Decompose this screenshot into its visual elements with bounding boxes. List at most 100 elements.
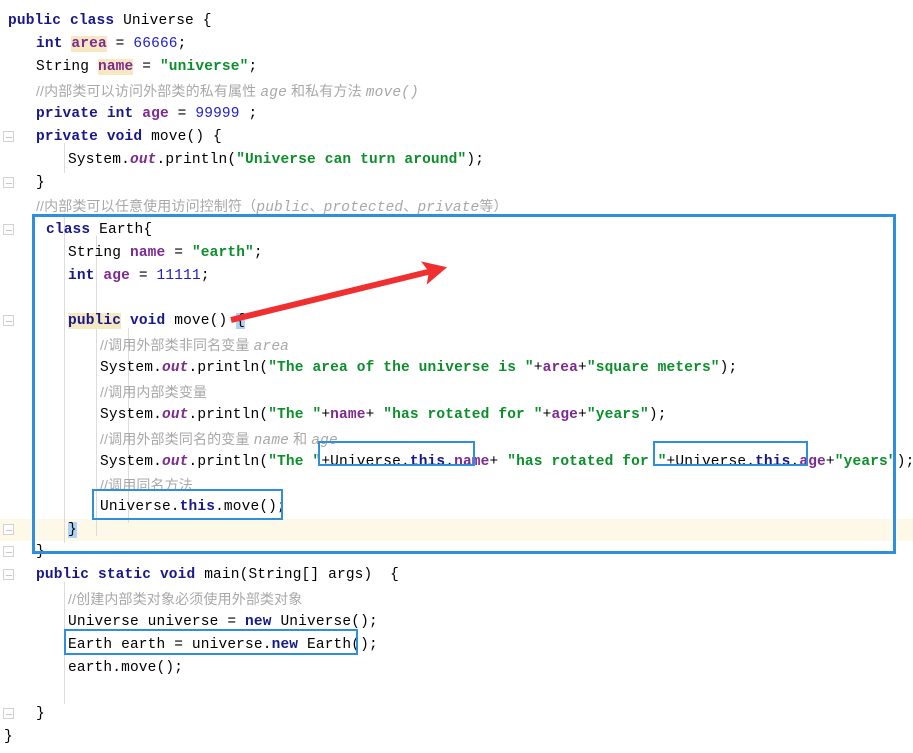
code-line[interactable]: String name = "universe"; — [0, 56, 257, 78]
code-token: . — [790, 454, 800, 470]
code-token: int — [68, 268, 95, 284]
code-line[interactable]: public static void main(String[] args) { — [0, 564, 399, 586]
code-token: + — [578, 407, 587, 423]
code-token: ; — [248, 59, 258, 75]
code-token: 11111 — [156, 268, 201, 284]
code-token: "has rotated for " — [507, 454, 667, 470]
code-token: System. — [100, 454, 162, 470]
code-line[interactable]: earth.move(); — [0, 657, 183, 679]
code-token: .println( — [188, 407, 269, 423]
code-token: new — [245, 614, 272, 630]
code-line[interactable]: Universe.this.move(); — [0, 496, 286, 518]
code-line[interactable]: //调用外部类非同名变量 area — [0, 334, 289, 356]
code-token: } — [36, 544, 45, 560]
code-token: 等） — [479, 198, 508, 214]
code-token: Earth{ — [90, 222, 153, 238]
code-line[interactable]: Earth earth = universe.new Earth(); — [0, 634, 378, 656]
code-token: move() { — [142, 129, 222, 145]
code-line[interactable]: } — [0, 703, 45, 725]
code-line[interactable]: class Earth{ — [0, 219, 152, 241]
code-token: ); — [719, 360, 738, 376]
code-token: String — [68, 245, 130, 261]
code-token: out — [129, 152, 157, 168]
code-token: //调用外部类非同名变量 — [100, 337, 254, 353]
code-token: void — [106, 129, 143, 145]
code-token: System. — [100, 360, 162, 376]
code-token: "Universe can turn around" — [236, 152, 467, 168]
code-token: this — [409, 454, 446, 470]
code-token: .println( — [188, 454, 269, 470]
code-line[interactable]: int area = 66666; — [0, 33, 187, 55]
code-line[interactable]: } — [0, 541, 45, 563]
code-token: earth.move(); — [68, 660, 184, 676]
code-token: ; — [253, 245, 263, 261]
code-token: 99999 — [195, 106, 240, 122]
code-token: private — [417, 200, 480, 216]
code-token: Universe { — [114, 13, 212, 29]
code-token: "The " — [268, 407, 322, 423]
code-line[interactable]: //创建内部类对象必须使用外部类对象 — [0, 588, 302, 610]
code-line[interactable] — [0, 288, 68, 310]
code-token: 、 — [403, 198, 418, 214]
code-token: . — [445, 454, 455, 470]
code-token: age — [103, 268, 130, 284]
code-token: public — [8, 13, 62, 29]
code-line[interactable]: //内部类可以任意使用访问控制符（public、protected、privat… — [0, 195, 508, 217]
code-token: { — [236, 313, 246, 329]
code-token: + — [825, 454, 835, 470]
code-token: "square meters" — [586, 360, 720, 376]
code-line[interactable]: int age = 11111; — [0, 265, 210, 287]
code-line[interactable]: Universe universe = new Universe(); — [0, 611, 378, 633]
code-line[interactable]: //内部类可以访问外部类的私有属性 age 和私有方法 move() — [0, 80, 419, 102]
code-token: age — [799, 454, 826, 470]
code-line[interactable]: } — [0, 172, 45, 194]
code-line[interactable]: //调用外部类同名的变量 name 和 age — [0, 428, 338, 450]
code-line[interactable]: String name = "earth"; — [0, 242, 263, 264]
code-line[interactable]: System.out.println("The "+Universe.this.… — [0, 451, 913, 473]
code-token: 66666 — [133, 36, 178, 52]
code-token: Universe universe = — [68, 614, 246, 630]
code-token: area — [253, 339, 290, 355]
code-token: ); — [648, 407, 667, 423]
code-token: "has rotated for " — [383, 407, 543, 423]
code-token: main(String[] args) { — [195, 567, 399, 583]
code-line[interactable] — [0, 680, 68, 702]
code-line[interactable]: System.out.println("Universe can turn ar… — [0, 149, 484, 171]
code-token: public — [68, 313, 122, 329]
code-line[interactable]: public void move() { — [0, 310, 246, 332]
code-token: } — [4, 729, 13, 745]
code-token: + — [321, 454, 331, 470]
code-line[interactable]: System.out.println("The area of the univ… — [0, 357, 737, 379]
code-token: private — [36, 129, 98, 145]
code-line[interactable]: //调用内部类变量 — [0, 381, 207, 403]
code-token: area — [71, 36, 107, 52]
code-token: protected — [323, 200, 404, 216]
code-line[interactable]: } — [0, 519, 77, 541]
code-token: //创建内部类对象必须使用外部类对象 — [68, 591, 303, 607]
code-line[interactable]: //调用同名方法 — [0, 474, 193, 496]
code-token: = — [133, 59, 160, 75]
code-line[interactable]: private int age = 99999 ; — [0, 103, 257, 125]
code-token: + — [489, 454, 508, 470]
code-line[interactable]: public class Universe { — [0, 10, 212, 32]
code-token: class — [69, 13, 115, 29]
code-token: } — [36, 706, 45, 722]
code-token: private — [36, 106, 98, 122]
code-token: Earth(); — [298, 637, 378, 653]
code-line[interactable]: } — [0, 726, 13, 748]
code-line[interactable]: private void move() { — [0, 126, 222, 148]
code-editor[interactable]: public class Universe {int area = 66666;… — [0, 0, 913, 753]
code-line[interactable]: System.out.println("The "+name+ "has rot… — [0, 404, 667, 426]
code-token: "years" — [834, 454, 897, 470]
code-token: + — [321, 407, 331, 423]
code-token: //调用同名方法 — [100, 477, 193, 493]
code-token: "years" — [586, 407, 649, 423]
code-token: name — [97, 59, 134, 75]
code-token: = — [106, 36, 134, 52]
code-token: ; — [239, 106, 258, 122]
code-token: //调用外部类同名的变量 — [100, 431, 254, 447]
code-token: ); — [466, 152, 485, 168]
code-token: this — [755, 454, 791, 470]
